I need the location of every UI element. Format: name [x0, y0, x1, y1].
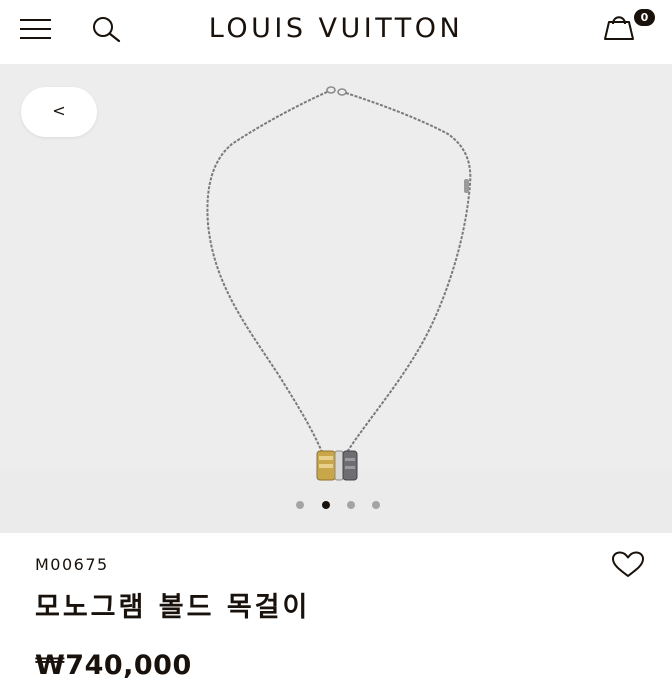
- pendant-graphic: [316, 450, 358, 481]
- product-price: ₩740,000: [35, 650, 192, 681]
- carousel-pagination: [290, 498, 390, 510]
- carousel-dot[interactable]: [347, 501, 355, 509]
- necklace-image: [206, 86, 472, 481]
- brand-logo[interactable]: LOUIS VUITTON: [130, 12, 542, 46]
- top-header: LOUIS VUITTON 0: [0, 0, 672, 64]
- carousel-dot[interactable]: [296, 501, 304, 509]
- product-gallery[interactable]: <: [0, 64, 672, 533]
- carousel-dot[interactable]: [372, 501, 380, 509]
- hamburger-menu-icon[interactable]: [20, 19, 52, 39]
- carousel-dot-active[interactable]: [322, 501, 330, 509]
- product-sku: M00675: [35, 555, 109, 574]
- heart-icon[interactable]: [610, 550, 646, 580]
- back-button[interactable]: <: [21, 87, 97, 137]
- chevron-left-icon: <: [52, 101, 66, 120]
- search-icon[interactable]: [89, 15, 123, 43]
- cart-count-badge: 0: [634, 9, 655, 26]
- product-name: 모노그램 볼드 목걸이: [35, 592, 311, 623]
